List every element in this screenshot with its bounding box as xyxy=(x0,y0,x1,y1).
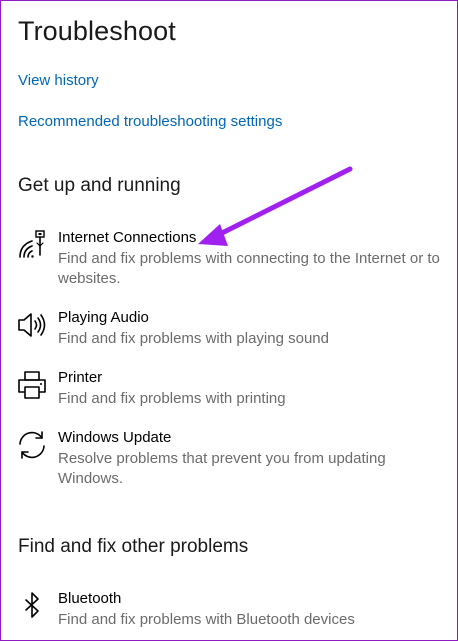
bluetooth-icon xyxy=(16,590,48,622)
troubleshooter-description: Find and fix problems with printing xyxy=(58,390,286,407)
troubleshooter-name: Playing Audio xyxy=(58,309,149,326)
troubleshooter-name: Windows Update xyxy=(58,429,172,446)
recommended-settings-link[interactable]: Recommended troubleshooting settings xyxy=(18,113,282,130)
troubleshooter-description: Find and fix problems with Bluetooth dev… xyxy=(58,611,355,628)
wifi-icon xyxy=(16,229,48,261)
sync-icon xyxy=(16,429,48,461)
troubleshooter-description: Resolve problems that prevent you from u… xyxy=(58,450,386,487)
printer-icon xyxy=(16,369,48,401)
troubleshooter-description: Find and fix problems with playing sound xyxy=(58,330,329,347)
page-title: Troubleshoot xyxy=(18,16,176,46)
section-heading-other-problems: Find and fix other problems xyxy=(18,536,249,557)
view-history-link[interactable]: View history xyxy=(18,72,99,89)
section-heading-get-up-and-running: Get up and running xyxy=(18,175,181,196)
troubleshooter-name: Internet Connections xyxy=(58,229,197,246)
speaker-icon xyxy=(16,309,48,341)
troubleshooter-name: Bluetooth xyxy=(58,590,122,607)
troubleshooter-name: Printer xyxy=(58,369,103,386)
troubleshooter-description: Find and fix problems with connecting to… xyxy=(58,250,440,287)
